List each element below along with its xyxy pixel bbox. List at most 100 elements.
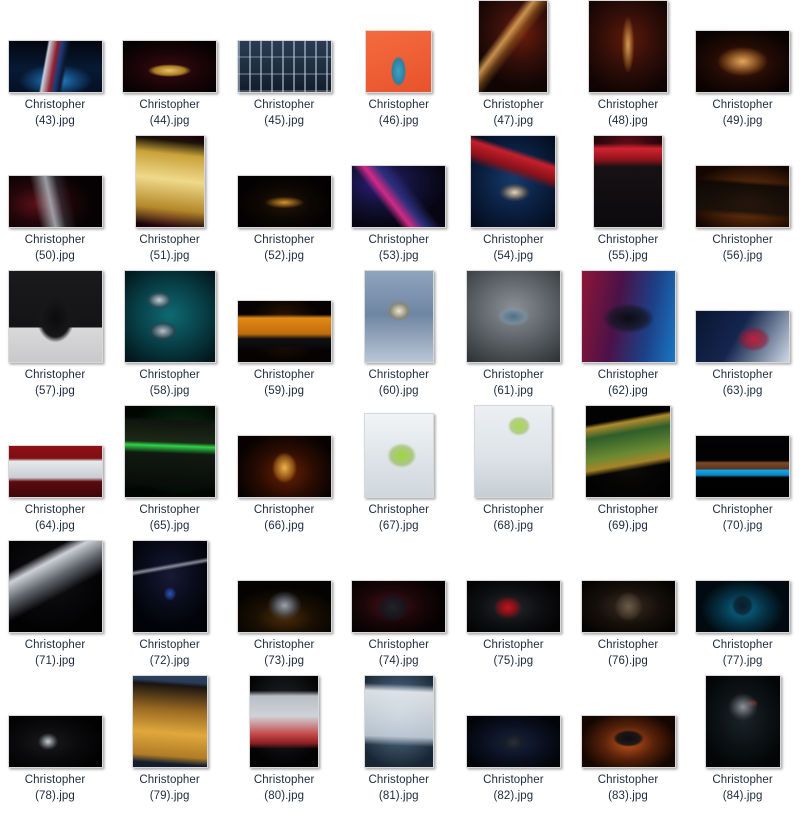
file-item[interactable]: Christopher (43).jpg	[0, 0, 112, 129]
file-thumbnail[interactable]	[7, 40, 103, 93]
file-name-label[interactable]: Christopher (61).jpg	[456, 368, 570, 399]
file-name-label[interactable]: Christopher (82).jpg	[456, 773, 570, 804]
file-item[interactable]: Christopher (75).jpg	[456, 538, 570, 669]
file-name-label[interactable]: Christopher (55).jpg	[571, 233, 685, 264]
file-thumbnail[interactable]	[580, 715, 676, 768]
file-thumbnail[interactable]	[580, 580, 676, 633]
file-name-label[interactable]: Christopher (78).jpg	[0, 773, 112, 804]
file-thumbnail[interactable]	[236, 175, 332, 228]
file-name-label[interactable]: Christopher (50).jpg	[0, 233, 112, 264]
file-item[interactable]: Christopher (84).jpg	[686, 673, 800, 804]
file-item[interactable]: Christopher (67).jpg	[342, 403, 456, 534]
file-name-label[interactable]: Christopher (53).jpg	[342, 233, 456, 264]
file-name-label[interactable]: Christopher (54).jpg	[456, 233, 570, 264]
file-thumbnail[interactable]	[134, 135, 205, 228]
file-name-label[interactable]: Christopher (46).jpg	[342, 98, 456, 129]
file-name-label[interactable]: Christopher (51).jpg	[113, 233, 227, 264]
file-item[interactable]: Christopher (72).jpg	[113, 538, 227, 669]
file-thumbnail[interactable]	[704, 675, 781, 768]
file-item[interactable]: Christopher (54).jpg	[456, 133, 570, 264]
file-thumbnail[interactable]	[7, 445, 103, 498]
file-thumbnail[interactable]	[236, 300, 332, 363]
file-item[interactable]: Christopher (79).jpg	[113, 673, 227, 804]
file-name-label[interactable]: Christopher (52).jpg	[227, 233, 341, 264]
file-item[interactable]: Christopher (82).jpg	[456, 673, 570, 804]
file-item[interactable]: Christopher (70).jpg	[686, 403, 800, 534]
file-name-label[interactable]: Christopher (81).jpg	[342, 773, 456, 804]
file-item[interactable]: Christopher (78).jpg	[0, 673, 112, 804]
file-thumbnail[interactable]	[695, 435, 791, 498]
file-item[interactable]: Christopher (51).jpg	[113, 133, 227, 264]
file-thumbnail[interactable]	[588, 0, 668, 93]
file-name-label[interactable]: Christopher (49).jpg	[686, 98, 800, 129]
file-item[interactable]: Christopher (83).jpg	[571, 673, 685, 804]
file-thumbnail[interactable]	[351, 165, 447, 228]
file-item[interactable]: Christopher (53).jpg	[342, 133, 456, 264]
file-thumbnail-grid[interactable]: Christopher (43).jpg Christopher (44).jpg Ch…	[0, 0, 800, 817]
file-item[interactable]: Christopher (47).jpg	[456, 0, 570, 129]
file-name-label[interactable]: Christopher (63).jpg	[686, 368, 800, 399]
file-item[interactable]: Christopher (73).jpg	[227, 538, 341, 669]
file-thumbnail[interactable]	[695, 165, 791, 228]
file-name-label[interactable]: Christopher (72).jpg	[113, 638, 227, 669]
file-thumbnail[interactable]	[131, 675, 208, 768]
file-thumbnail[interactable]	[123, 270, 216, 363]
file-item[interactable]: Christopher (58).jpg	[113, 268, 227, 399]
file-item[interactable]: Christopher (48).jpg	[571, 0, 685, 129]
file-item[interactable]: Christopher (74).jpg	[342, 538, 456, 669]
file-item[interactable]: Christopher (69).jpg	[571, 403, 685, 534]
file-item[interactable]: Christopher (62).jpg	[571, 268, 685, 399]
file-thumbnail[interactable]	[478, 0, 549, 93]
file-thumbnail[interactable]	[695, 580, 791, 633]
file-thumbnail[interactable]	[7, 540, 103, 633]
file-name-label[interactable]: Christopher (70).jpg	[686, 503, 800, 534]
file-thumbnail[interactable]	[131, 540, 208, 633]
file-thumbnail[interactable]	[465, 580, 561, 633]
file-item[interactable]: Christopher (63).jpg	[686, 268, 800, 399]
file-name-label[interactable]: Christopher (80).jpg	[227, 773, 341, 804]
file-item[interactable]: Christopher (55).jpg	[571, 133, 685, 264]
file-name-label[interactable]: Christopher (83).jpg	[571, 773, 685, 804]
file-name-label[interactable]: Christopher (44).jpg	[113, 98, 227, 129]
file-name-label[interactable]: Christopher (45).jpg	[227, 98, 341, 129]
file-thumbnail[interactable]	[465, 715, 561, 768]
file-item[interactable]: Christopher (68).jpg	[456, 403, 570, 534]
file-thumbnail[interactable]	[236, 435, 332, 498]
file-name-label[interactable]: Christopher (62).jpg	[571, 368, 685, 399]
file-name-label[interactable]: Christopher (73).jpg	[227, 638, 341, 669]
file-item[interactable]: Christopher (61).jpg	[456, 268, 570, 399]
file-thumbnail[interactable]	[363, 413, 434, 498]
file-item[interactable]: Christopher (66).jpg	[227, 403, 341, 534]
file-item[interactable]: Christopher (45).jpg	[227, 0, 341, 129]
file-item[interactable]: Christopher (64).jpg	[0, 403, 112, 534]
file-name-label[interactable]: Christopher (59).jpg	[227, 368, 341, 399]
file-item[interactable]: Christopher (57).jpg	[0, 268, 112, 399]
file-item[interactable]: Christopher (65).jpg	[113, 403, 227, 534]
file-name-label[interactable]: Christopher (60).jpg	[342, 368, 456, 399]
file-name-label[interactable]: Christopher (68).jpg	[456, 503, 570, 534]
file-name-label[interactable]: Christopher (48).jpg	[571, 98, 685, 129]
file-thumbnail[interactable]	[695, 30, 791, 93]
file-item[interactable]: Christopher (77).jpg	[686, 538, 800, 669]
file-item[interactable]: Christopher (46).jpg	[342, 0, 456, 129]
file-name-label[interactable]: Christopher (75).jpg	[456, 638, 570, 669]
file-thumbnail[interactable]	[123, 405, 216, 498]
file-thumbnail[interactable]	[465, 270, 561, 363]
file-name-label[interactable]: Christopher (79).jpg	[113, 773, 227, 804]
file-name-label[interactable]: Christopher (58).jpg	[113, 368, 227, 399]
file-item[interactable]: Christopher (50).jpg	[0, 133, 112, 264]
file-thumbnail[interactable]	[474, 405, 553, 498]
file-item[interactable]: Christopher (71).jpg	[0, 538, 112, 669]
file-name-label[interactable]: Christopher (57).jpg	[0, 368, 112, 399]
file-item[interactable]: Christopher (59).jpg	[227, 268, 341, 399]
file-name-label[interactable]: Christopher (74).jpg	[342, 638, 456, 669]
file-name-label[interactable]: Christopher (66).jpg	[227, 503, 341, 534]
file-name-label[interactable]: Christopher (76).jpg	[571, 638, 685, 669]
file-name-label[interactable]: Christopher (84).jpg	[686, 773, 800, 804]
file-item[interactable]: Christopher (81).jpg	[342, 673, 456, 804]
file-thumbnail[interactable]	[365, 30, 433, 93]
file-item[interactable]: Christopher (80).jpg	[227, 673, 341, 804]
file-thumbnail[interactable]	[593, 135, 663, 228]
file-thumbnail[interactable]	[249, 675, 320, 768]
file-item[interactable]: Christopher (76).jpg	[571, 538, 685, 669]
